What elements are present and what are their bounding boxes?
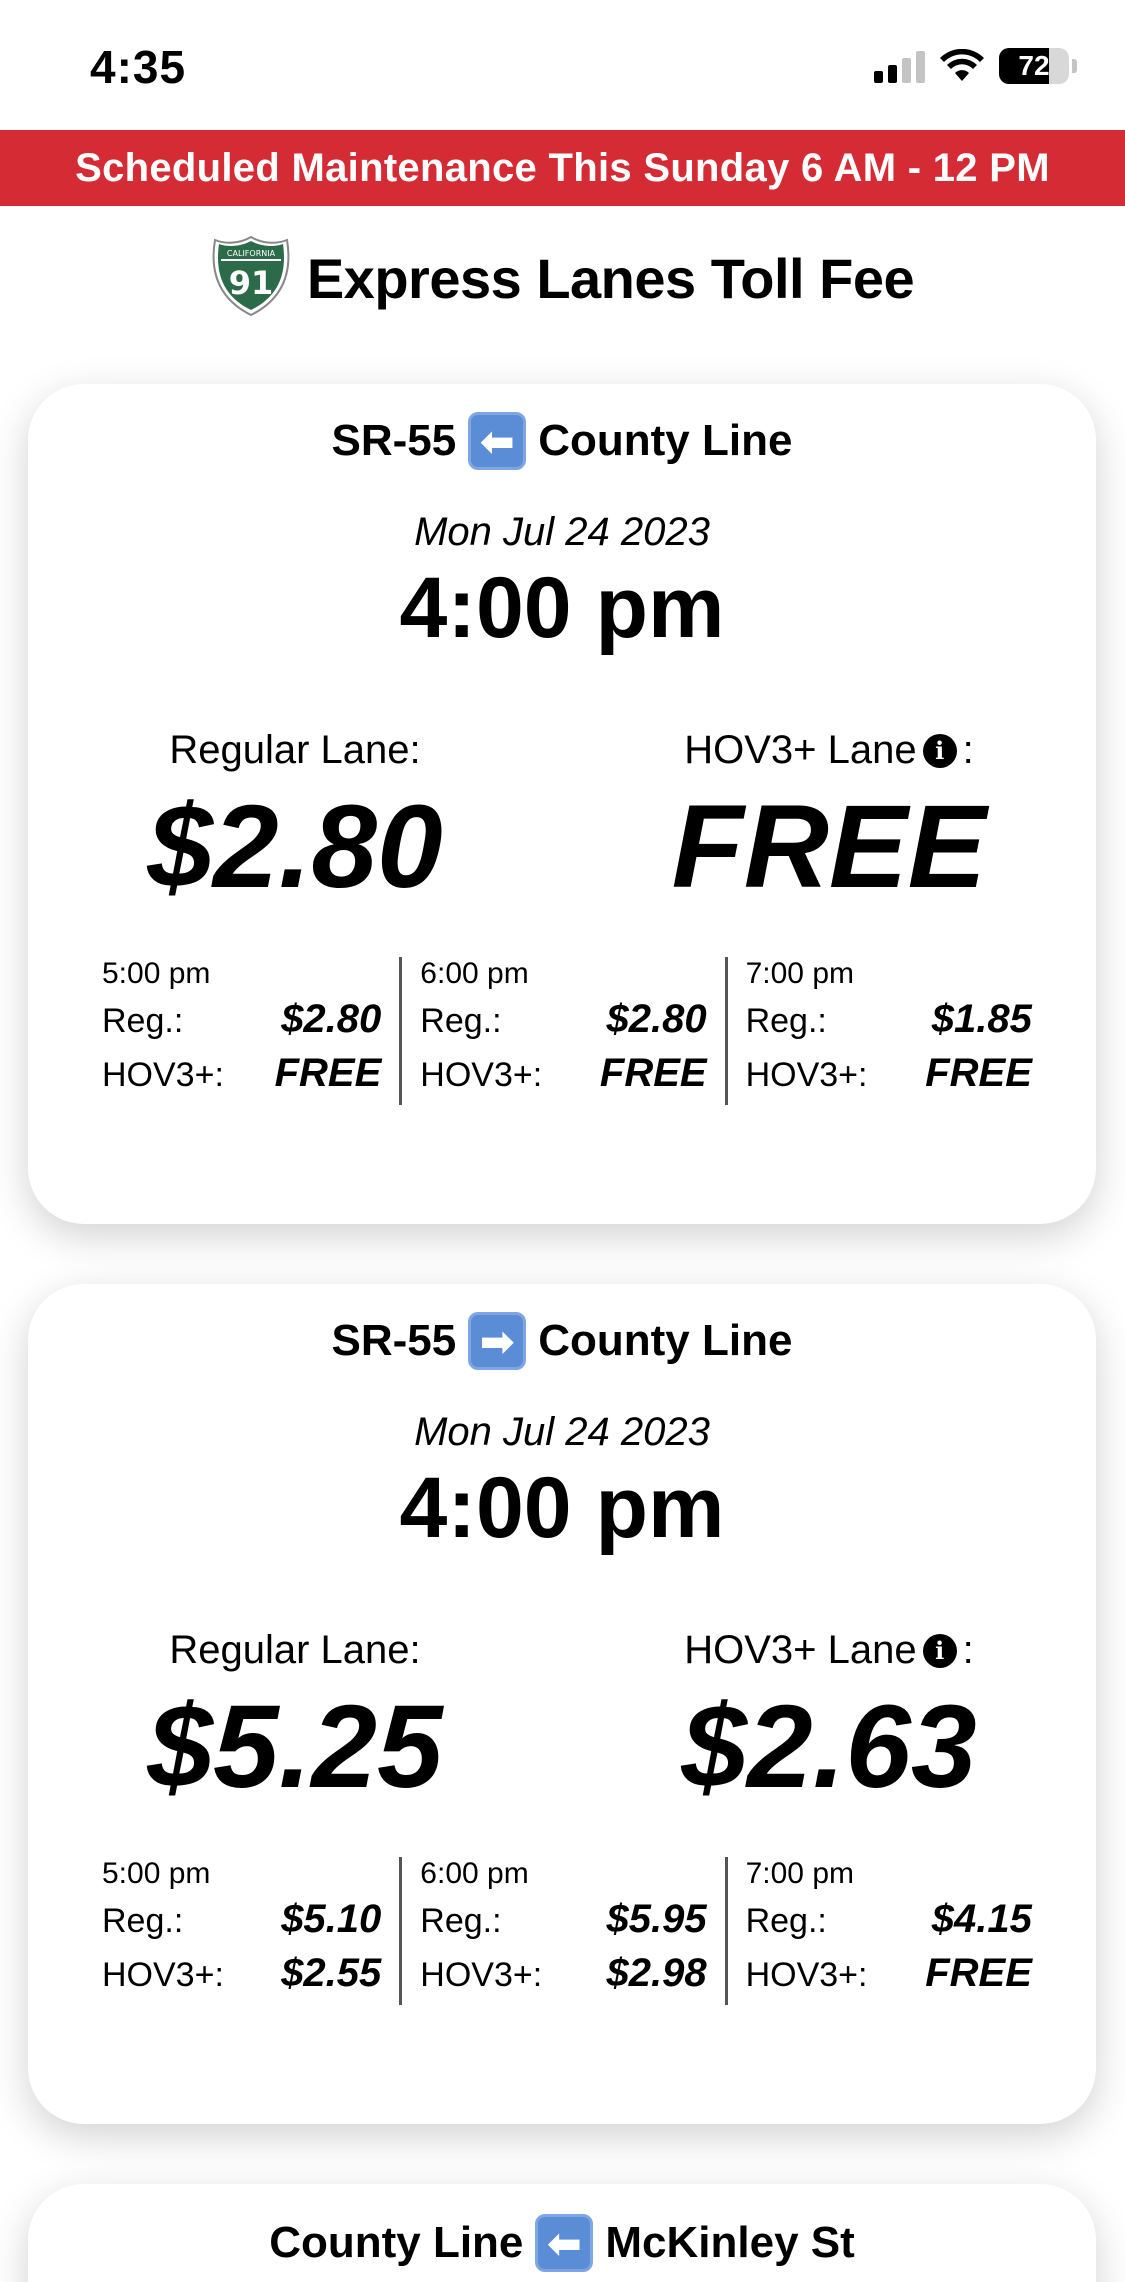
forecast-reg-label: Reg.: [420, 1002, 502, 1040]
hov-lane-label: HOV3+ Lane [684, 1628, 917, 1672]
regular-lane-label: Regular Lane: [169, 728, 421, 772]
forecast-reg-price: $4.15 [931, 1897, 1032, 1941]
battery-cap [1072, 59, 1077, 73]
hov-lane-price: FREE [671, 781, 987, 913]
forecast-time: 5:00 pm [102, 957, 211, 990]
toll-date: Mon Jul 24 2023 [414, 510, 710, 554]
page-title: Express Lanes Toll Fee [306, 247, 915, 310]
forecast-hov-label: HOV3+: [420, 1056, 543, 1094]
forecast-hov-price: FREE [274, 1051, 382, 1095]
battery-level: 72 [1018, 50, 1050, 81]
cellular-signal-icon [874, 49, 925, 83]
hov-lane-price: $2.63 [681, 1681, 977, 1813]
hov-lane-colon: : [962, 1628, 974, 1672]
wifi-icon [940, 49, 984, 81]
hov-lane: HOV3+ Lane i: FREE [562, 728, 1096, 907]
hov-lane-label: HOV3+ Lane [684, 728, 917, 772]
forecast-time: 6:00 pm [420, 1857, 529, 1890]
route-from: SR-55 [331, 1316, 457, 1365]
maintenance-banner[interactable]: Scheduled Maintenance This Sunday 6 AM -… [0, 130, 1125, 206]
info-icon[interactable]: i [922, 733, 957, 768]
left-arrow-icon: ⬅ [468, 412, 527, 470]
forecast-time: 7:00 pm [745, 1857, 854, 1890]
lane-prices: Regular Lane: $5.25 HOV3+ Lane i: $2.63 [28, 1628, 1096, 1807]
route-title: SR-55 ➡ County Line [28, 1312, 1096, 1370]
regular-lane-label: Regular Lane: [169, 1628, 421, 1672]
right-arrow-icon: ➡ [468, 1312, 527, 1370]
forecast-hov-price: $2.98 [606, 1951, 707, 1995]
page-header: CALIFORNIA 91 Express Lanes Toll Fee [0, 206, 1125, 366]
forecast-hov-label: HOV3+: [745, 1956, 868, 1994]
status-icons: 72 [874, 48, 1077, 84]
left-arrow-icon: ⬅ [535, 2214, 594, 2272]
toll-time: 4:00 pm [399, 560, 725, 656]
status-bar: 4:35 72 [0, 0, 1125, 130]
hov-lane: HOV3+ Lane i: $2.63 [562, 1628, 1096, 1807]
forecast-reg-label: Reg.: [102, 1002, 184, 1040]
status-time: 4:35 [90, 41, 187, 93]
forecast-time: 7:00 pm [745, 957, 854, 990]
regular-lane-price: $2.80 [147, 781, 443, 913]
forecast-column: 6:00 pm Reg.: $2.80 HOV3+: FREE [399, 957, 724, 1105]
toll-card[interactable]: SR-55 ➡ County Line Mon Jul 24 2023 4:00… [28, 1284, 1096, 2124]
regular-lane: Regular Lane: $2.80 [28, 728, 562, 907]
route-to: County Line [538, 416, 793, 465]
info-icon[interactable]: i [922, 1633, 957, 1668]
route-from: County Line [269, 2218, 524, 2267]
shield-state: CALIFORNIA [227, 249, 276, 258]
forecast-hov-price: FREE [925, 1951, 1032, 1995]
forecast-time: 5:00 pm [102, 1857, 211, 1890]
hov-lane-label-row: HOV3+ Lane i: [562, 728, 1096, 773]
toll-card[interactable]: SR-55 ⬅ County Line Mon Jul 24 2023 4:00… [28, 384, 1096, 1224]
toll-time: 4:00 pm [399, 1460, 725, 1556]
forecast-column: 5:00 pm Reg.: $2.80 HOV3+: FREE [74, 957, 399, 1105]
toll-date: Mon Jul 24 2023 [414, 1410, 710, 1454]
forecast-column: 7:00 pm Reg.: $1.85 HOV3+: FREE [724, 957, 1050, 1105]
forecast-reg-price: $2.80 [281, 997, 382, 1041]
cards-container: SR-55 ⬅ County Line Mon Jul 24 2023 4:00… [0, 366, 1125, 2282]
route-to: McKinley St [605, 2218, 855, 2267]
hov-lane-colon: : [962, 728, 974, 772]
forecast-hov-price: FREE [599, 1051, 707, 1095]
forecast-reg-price: $1.85 [931, 997, 1032, 1041]
forecast-reg-price: $2.80 [606, 997, 707, 1041]
forecast-column: 5:00 pm Reg.: $5.10 HOV3+: $2.55 [74, 1857, 399, 2005]
highway-shield-icon: CALIFORNIA 91 [212, 235, 290, 317]
route-title: SR-55 ⬅ County Line [28, 412, 1096, 470]
regular-lane: Regular Lane: $5.25 [28, 1628, 562, 1807]
forecast-reg-price: $5.95 [606, 1897, 707, 1941]
forecast-hov-label: HOV3+: [102, 1056, 224, 1094]
forecast-reg-label: Reg.: [420, 1902, 502, 1940]
forecast-hov-label: HOV3+: [102, 1956, 224, 1994]
battery-icon: 72 [999, 48, 1069, 84]
forecast-reg-label: Reg.: [102, 1902, 184, 1940]
forecast-reg-label: Reg.: [745, 1902, 827, 1940]
forecast-hov-label: HOV3+: [745, 1056, 868, 1094]
regular-lane-price: $5.25 [147, 1681, 443, 1813]
forecast-column: 7:00 pm Reg.: $4.15 HOV3+: FREE [724, 1857, 1050, 2005]
toll-card[interactable]: County Line ⬅ McKinley St [28, 2184, 1096, 2282]
forecast-hov-label: HOV3+: [420, 1956, 543, 1994]
lane-prices: Regular Lane: $2.80 HOV3+ Lane i: FREE [28, 728, 1096, 907]
shield-number: 91 [229, 264, 274, 302]
hov-lane-label-row: HOV3+ Lane i: [562, 1628, 1096, 1673]
forecast-reg-price: $5.10 [281, 1897, 382, 1941]
forecast-time: 6:00 pm [420, 957, 529, 990]
forecast-hov-price: $2.55 [281, 1951, 382, 1995]
route-from: SR-55 [331, 416, 457, 465]
forecast-column: 6:00 pm Reg.: $5.95 HOV3+: $2.98 [399, 1857, 724, 2005]
hourly-forecast: 5:00 pm Reg.: $5.10 HOV3+: $2.55 6:00 pm R… [74, 1857, 1050, 2005]
forecast-reg-label: Reg.: [745, 1002, 827, 1040]
hourly-forecast: 5:00 pm Reg.: $2.80 HOV3+: FREE 6:00 pm Re… [74, 957, 1050, 1105]
route-title: County Line ⬅ McKinley St [28, 2214, 1096, 2272]
route-to: County Line [538, 1316, 793, 1365]
forecast-hov-price: FREE [925, 1051, 1032, 1095]
